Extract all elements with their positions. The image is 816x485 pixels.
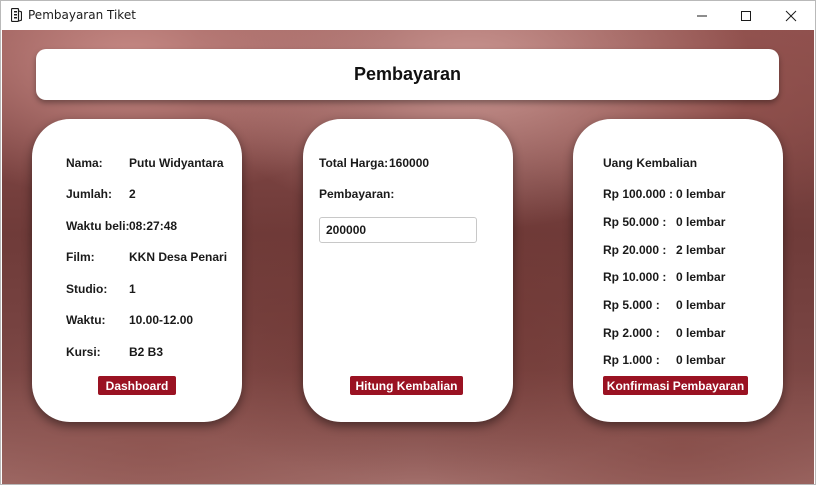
change-count-20000: 2 lembar [676, 243, 726, 257]
change-denom-100000: Rp 100.000 : [603, 187, 674, 201]
change-count-1000: 0 lembar [676, 353, 726, 367]
info-label-name: Nama: [66, 156, 103, 170]
info-value-studio: 1 [129, 282, 136, 296]
change-count-5000: 0 lembar [676, 298, 726, 312]
info-label-quantity: Jumlah: [66, 187, 113, 201]
payment-input[interactable]: 200000 [319, 217, 477, 243]
total-price-value: 160000 [389, 156, 430, 170]
change-denom-5000: Rp 5.000 : [603, 298, 660, 312]
change-count-10000: 0 lembar [676, 270, 726, 284]
info-label-showtime: Waktu: [66, 313, 106, 327]
change-denom-10000: Rp 10.000 : [603, 270, 667, 284]
page-title: Pembayaran [353, 64, 462, 84]
change-title: Uang Kembalian [603, 156, 698, 170]
change-denom-1000: Rp 1.000 : [603, 353, 660, 367]
ticket-info-card: Nama: Putu Widyantara Jumlah: 2 Waktu be… [32, 119, 242, 422]
info-label-film: Film: [66, 250, 95, 264]
calculate-change-button[interactable]: Hitung Kembalian [350, 376, 463, 395]
app-icon [11, 8, 22, 22]
info-value-showtime: 10.00-12.00 [129, 313, 194, 327]
info-value-purchase-time: 08:27:48 [129, 219, 178, 233]
header-card: Pembayaran [36, 49, 779, 100]
change-count-50000: 0 lembar [676, 215, 726, 229]
change-denom-20000: Rp 20.000 : [603, 243, 667, 257]
window-title: Pembayaran Tiket [28, 8, 136, 22]
change-denom-2000: Rp 2.000 : [603, 326, 660, 340]
payment-label: Pembayaran: [319, 187, 395, 201]
close-button[interactable] [768, 1, 814, 30]
info-label-seats: Kursi: [66, 345, 101, 359]
main-content: Pembayaran Nama: Putu Widyantara Jumlah:… [2, 30, 814, 484]
confirm-payment-button[interactable]: Konfirmasi Pembayaran [603, 376, 748, 395]
dashboard-button[interactable]: Dashboard [98, 376, 176, 395]
info-value-seats: B2 B3 [129, 345, 164, 359]
change-count-100000: 0 lembar [676, 187, 726, 201]
maximize-icon [741, 10, 751, 21]
title-bar: Pembayaran Tiket [1, 1, 815, 30]
info-label-studio: Studio: [66, 282, 108, 296]
change-count-2000: 0 lembar [676, 326, 726, 340]
payment-card: Total Harga: 160000 Pembayaran: 200000 H… [303, 119, 513, 422]
info-label-purchase-time: Waktu beli: [66, 219, 130, 233]
maximize-button[interactable] [723, 1, 769, 30]
minimize-icon [697, 15, 707, 16]
info-value-name: Putu Widyantara [129, 156, 224, 170]
total-price-label: Total Harga: [319, 156, 389, 170]
info-value-film: KKN Desa Penari [129, 250, 228, 264]
app-window: Pembayaran Tiket Pembayaran Nama: Putu W… [0, 0, 816, 485]
minimize-button[interactable] [679, 1, 725, 30]
close-icon [785, 10, 797, 21]
info-value-quantity: 2 [129, 187, 136, 201]
change-card: Uang Kembalian Rp 100.000 : 0 lembar Rp … [573, 119, 783, 422]
change-denom-50000: Rp 50.000 : [603, 215, 667, 229]
